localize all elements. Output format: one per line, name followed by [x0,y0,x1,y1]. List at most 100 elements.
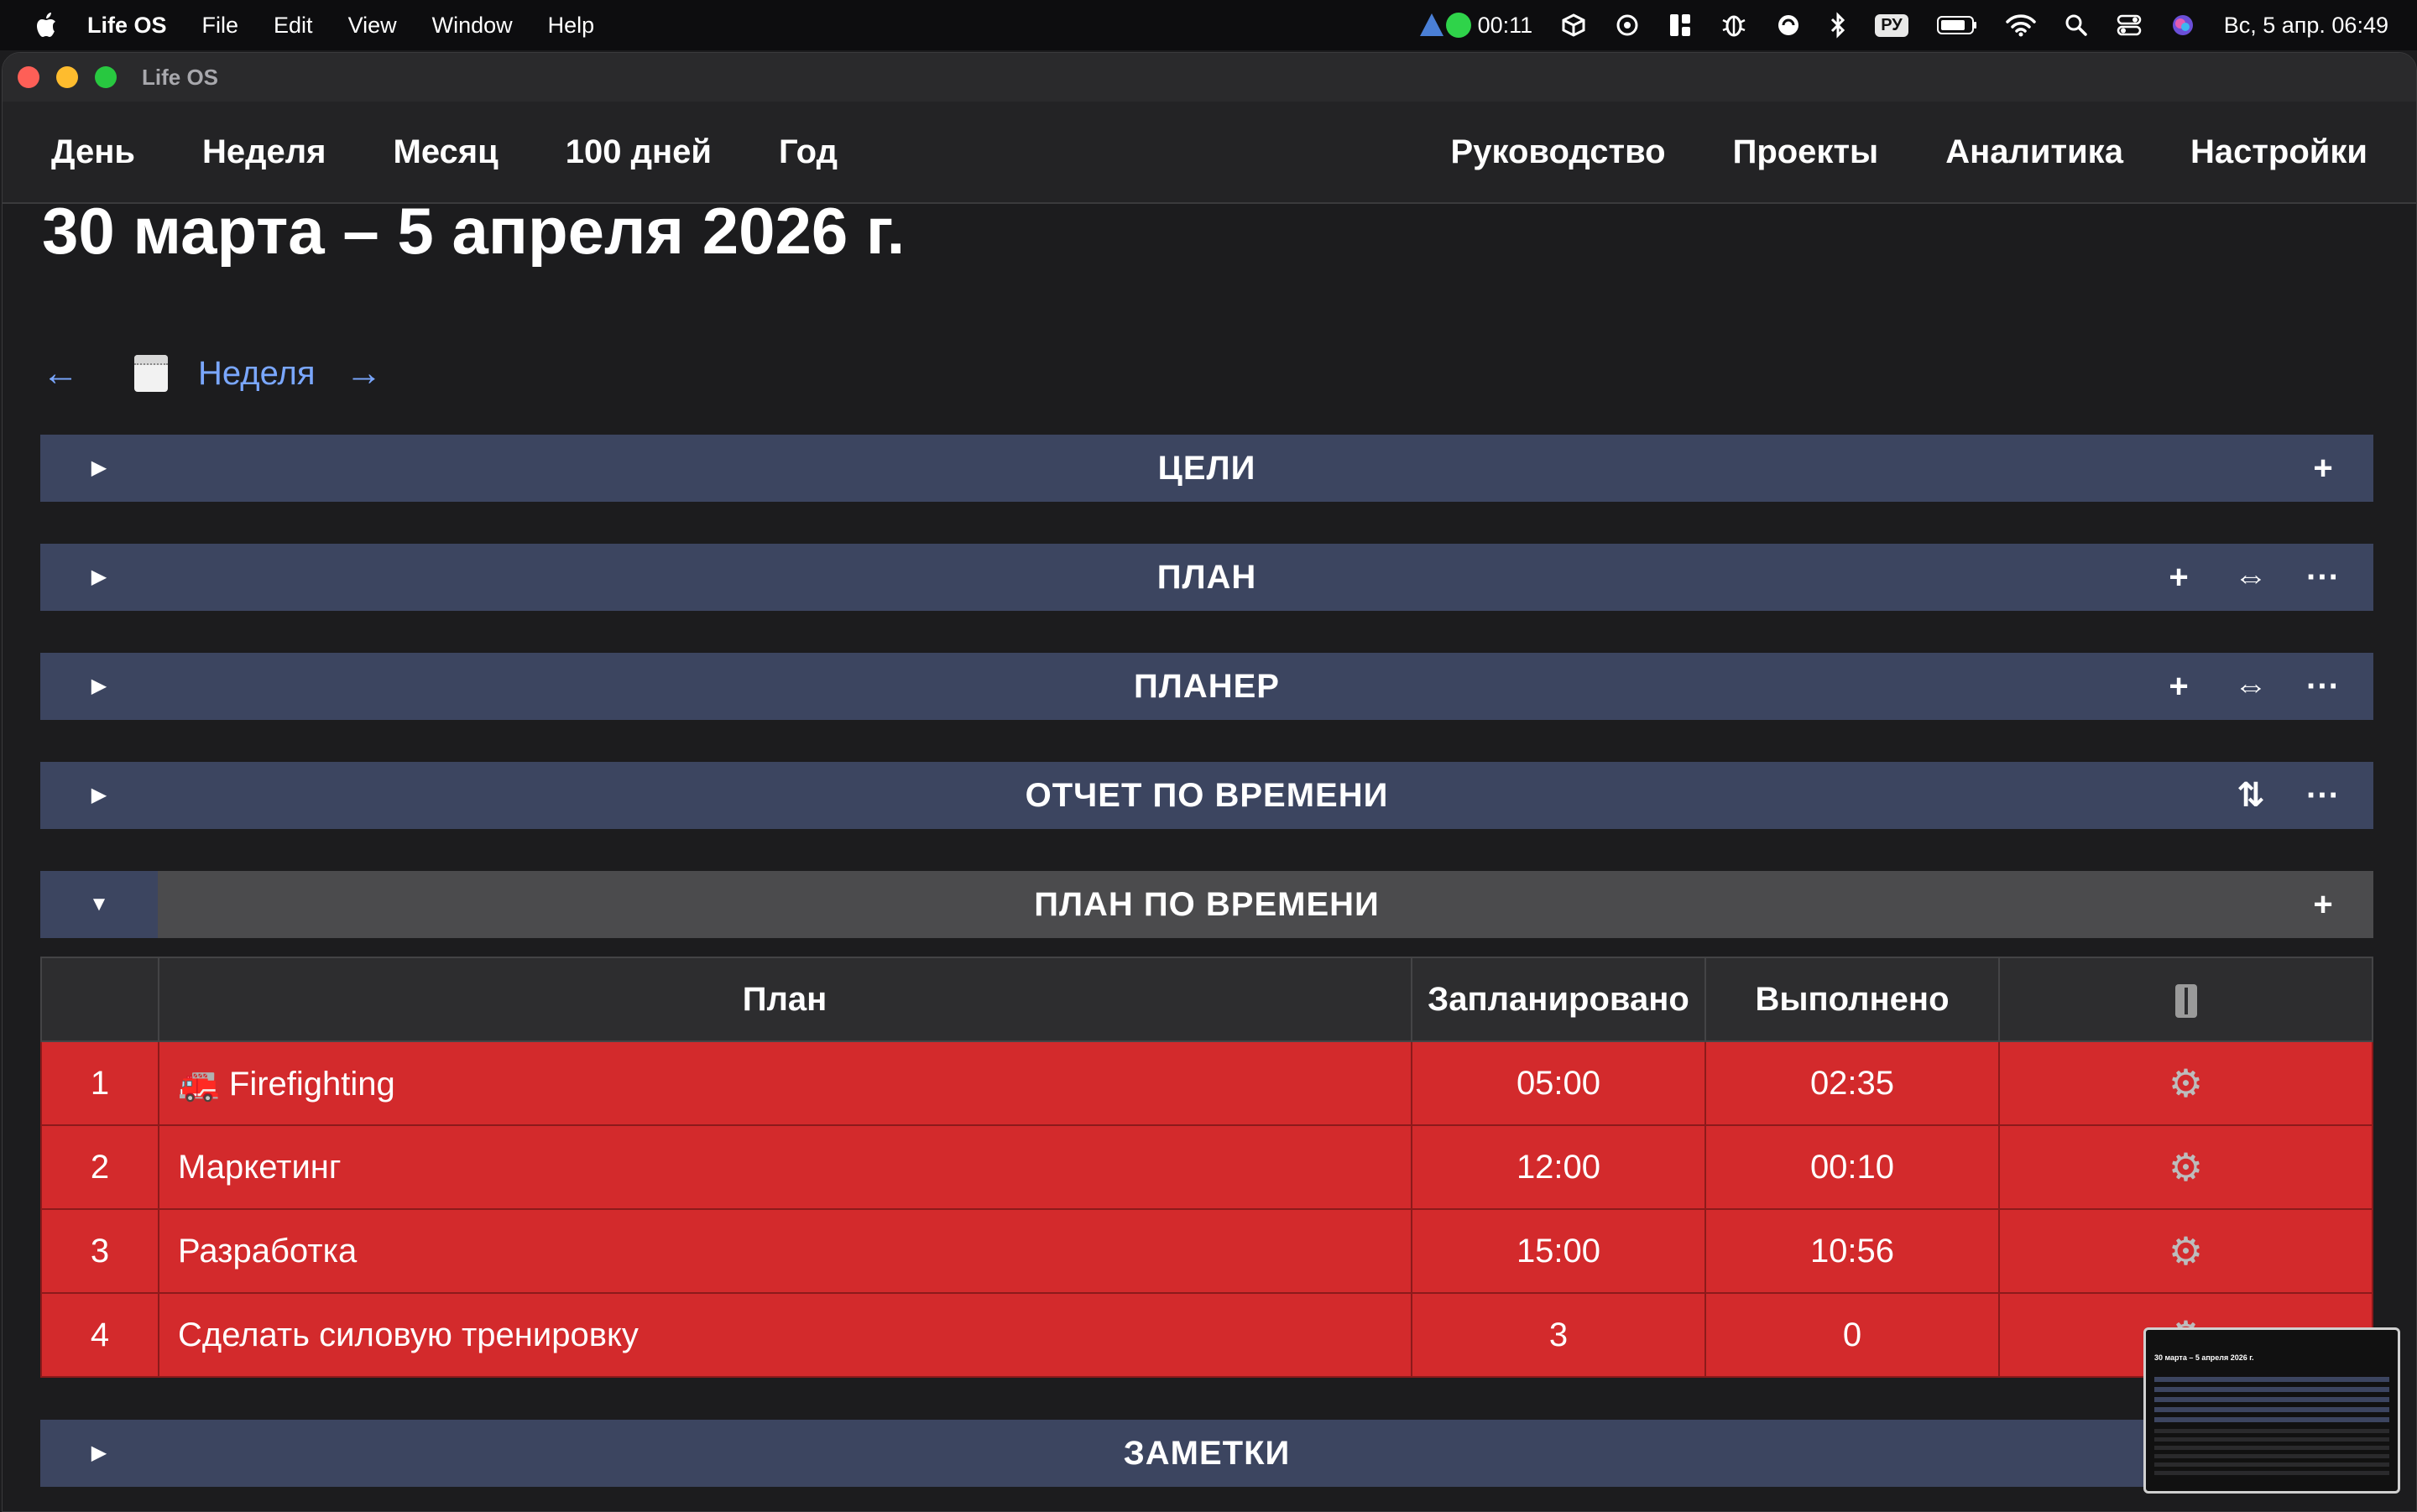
thumbnail-row [2154,1454,2389,1458]
header-number [40,957,159,1042]
thumbnail-section-bar [2154,1387,2389,1392]
section-notes-title: ЗАМЕТКИ [1123,1434,1291,1472]
add-goal-button[interactable]: + [2303,448,2343,488]
row-planned[interactable]: 3 [1411,1292,1706,1378]
row-plan-name[interactable]: Сделать силовую тренировку [158,1292,1412,1378]
menu-clock[interactable]: Вс, 5 апр. 06:49 [2224,13,2388,39]
row-plan-name[interactable]: Разработка [158,1208,1412,1294]
minimize-window-button[interactable] [56,66,78,88]
expand-planner-toggle[interactable]: ▶ [40,653,158,720]
next-week-arrow[interactable]: → [346,352,383,394]
window-titlebar[interactable]: Life OS [3,53,2416,102]
expand-width-icon[interactable]: ⇔ [2231,666,2271,706]
row-done: 00:10 [1704,1124,2000,1210]
previous-week-arrow[interactable]: ← [42,352,79,394]
row-planned[interactable]: 05:00 [1411,1040,1706,1126]
header-plan[interactable]: План [158,957,1412,1042]
spotlight-search-icon[interactable] [2065,13,2088,37]
apple-icon[interactable] [35,12,59,39]
gear-icon[interactable]: ⚙ [2169,1061,2203,1105]
table-row[interactable]: 3 Разработка 15:00 10:56 ⚙ [40,1208,2373,1294]
timer-status[interactable]: 00:11 [1417,11,1533,39]
nav-100-days[interactable]: 100 дней [566,133,712,171]
nav-projects[interactable]: Проекты [1733,133,1879,171]
nav-day[interactable]: День [51,133,135,171]
thumbnail-section-bar [2154,1377,2389,1382]
expand-notes-toggle[interactable]: ▶ [40,1420,158,1487]
gear-icon[interactable]: ⚙ [2169,1229,2203,1273]
expand-time-report-toggle[interactable]: ▶ [40,762,158,829]
table-row[interactable]: 1 🚒 Firefighting 05:00 02:35 ⚙ [40,1040,2373,1126]
nav-settings[interactable]: Настройки [2190,133,2367,171]
more-options-icon[interactable]: ··· [2303,775,2343,816]
row-settings-cell: ⚙ [1998,1040,2373,1126]
sort-icon[interactable]: ⇅ [2231,775,2271,816]
nav-year[interactable]: Год [779,133,838,171]
bug-icon[interactable] [1720,12,1747,39]
layout-icon[interactable] [1668,13,1692,38]
more-options-icon[interactable]: ··· [2303,557,2343,597]
thumbnail-section-bar [2154,1417,2389,1422]
input-source-label: РУ [1875,13,1908,37]
section-notes: ▶ ЗАМЕТКИ [40,1420,2373,1487]
row-number: 2 [40,1124,159,1210]
section-time-plan: ▼ ПЛАН ПО ВРЕМЕНИ + [40,871,2373,938]
sync-icon[interactable] [1776,13,1801,38]
timer-label: 00:11 [1477,12,1533,38]
row-planned[interactable]: 15:00 [1411,1208,1706,1294]
header-planned[interactable]: Запланировано [1411,957,1706,1042]
nav-month[interactable]: Месяц [394,133,499,171]
menu-bar-extras: 00:11 РУ Вс, 5 апр. 06:49 [1389,0,2388,50]
menu-view[interactable]: View [348,13,397,39]
section-plan: ▶ ПЛАН + ⇔ ··· [40,544,2373,611]
header-done[interactable]: Выполнено [1704,957,2000,1042]
thumbnail-row [2154,1437,2389,1442]
table-row[interactable]: 2 Маркетинг 12:00 00:10 ⚙ [40,1124,2373,1210]
cube-icon[interactable] [1561,13,1586,38]
expand-plan-toggle[interactable]: ▶ [40,544,158,611]
more-options-icon[interactable]: ··· [2303,666,2343,706]
row-number: 3 [40,1208,159,1294]
gear-icon[interactable]: ⚙ [2169,1145,2203,1189]
input-source-icon[interactable]: РУ [1875,13,1908,37]
openai-icon[interactable] [1615,13,1640,38]
menu-app-name[interactable]: Life OS [87,13,167,39]
bluetooth-icon[interactable] [1830,12,1846,39]
row-done: 0 [1704,1292,2000,1378]
green-status-icon [1445,13,1471,38]
section-goals-title: ЦЕЛИ [1157,449,1256,487]
menu-help[interactable]: Help [548,13,595,39]
expand-goals-toggle[interactable]: ▶ [40,435,158,502]
wifi-icon[interactable] [2005,13,2036,37]
screenshot-thumbnail[interactable]: 30 марта – 5 апреля 2026 г. [2143,1327,2400,1494]
row-plan-name[interactable]: Маркетинг [158,1124,1412,1210]
nav-guide[interactable]: Руководство [1451,133,1666,171]
zoom-window-button[interactable] [95,66,117,88]
menu-edit[interactable]: Edit [274,13,313,39]
battery-icon[interactable] [1936,15,1977,35]
add-plan-button[interactable]: + [2159,557,2199,597]
thumbnail-row [2154,1471,2389,1475]
row-planned[interactable]: 12:00 [1411,1124,1706,1210]
thumbnail-row [2154,1446,2389,1450]
section-time-report-title: ОТЧЕТ ПО ВРЕМЕНИ [1025,776,1389,814]
add-planner-button[interactable]: + [2159,666,2199,706]
calendar-icon[interactable] [134,355,168,392]
nav-analytics[interactable]: Аналитика [1945,133,2123,171]
header-tools[interactable] [1998,957,2373,1042]
close-window-button[interactable] [18,66,39,88]
table-row[interactable]: 4 Сделать силовую тренировку 3 0 ⚙ [40,1292,2373,1378]
nav-week[interactable]: Неделя [202,133,326,171]
add-time-plan-button[interactable]: + [2303,884,2343,925]
expand-width-icon[interactable]: ⇔ [2231,557,2271,597]
section-planner-title: ПЛАНЕР [1134,667,1280,705]
siri-icon[interactable] [2170,13,2195,38]
week-link[interactable]: Неделя [198,355,316,393]
section-planner: ▶ ПЛАНЕР + ⇔ ··· [40,653,2373,720]
collapse-time-plan-toggle[interactable]: ▼ [40,871,158,938]
menu-window[interactable]: Window [432,13,513,39]
section-time-plan-title: ПЛАН ПО ВРЕМЕНИ [1034,885,1380,923]
control-center-icon[interactable] [2117,13,2142,37]
menu-file[interactable]: File [202,13,239,39]
row-plan-name[interactable]: 🚒 Firefighting [158,1040,1412,1126]
